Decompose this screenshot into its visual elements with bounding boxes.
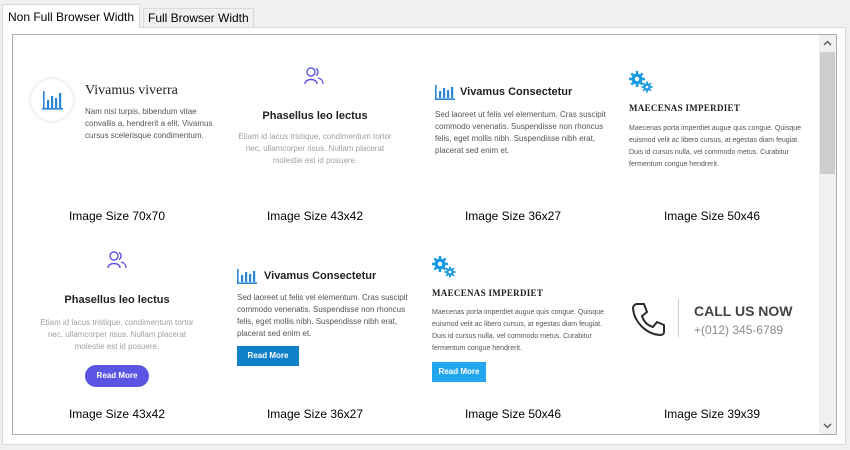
image-size-caption: Image Size 39x39 (663, 407, 761, 421)
read-more-button[interactable]: Read More (432, 362, 486, 382)
image-size-caption: Image Size 50x46 (464, 407, 562, 421)
feature-title: Vivamus viverra (85, 83, 178, 98)
feature-text: Sed laoreet ut felis vel elementum. Cras… (435, 110, 606, 155)
users-icon (304, 67, 324, 85)
bar-chart-icon (435, 85, 455, 100)
feature-text: Maecenas porta imperdiet augue quis cong… (432, 309, 604, 352)
feature-title: Phasellus leo lectus (64, 294, 170, 306)
feature-text: Maecenas porta imperdiet augue quis cong… (629, 125, 801, 168)
feature-text: Nam nisl turpis, bibendum vitae convalli… (85, 107, 213, 140)
vertical-scrollbar[interactable] (819, 35, 836, 434)
phone-number: +(012) 345-6789 (694, 323, 784, 337)
image-size-caption: Image Size 43x42 (266, 209, 364, 223)
image-size-caption: Image Size 36x27 (464, 209, 562, 223)
feature-title: Vivamus Consectetur (460, 86, 573, 98)
users-icon (107, 251, 127, 269)
call-us-title: CALL US NOW (694, 303, 793, 319)
read-more-button[interactable]: Read More (85, 365, 149, 387)
phone-icon (632, 303, 665, 336)
divider (678, 299, 679, 337)
bar-chart-icon (42, 91, 63, 110)
bar-chart-icon (237, 269, 257, 284)
image-size-caption: Image Size 70x70 (68, 209, 166, 223)
icon-circle (31, 79, 73, 121)
chevron-up-icon[interactable] (819, 35, 836, 52)
feature-title: Vivamus Consectetur (264, 270, 377, 282)
feature-title: Phasellus leo lectus (262, 110, 368, 122)
read-more-button[interactable]: Read More (237, 346, 299, 366)
tab-full-browser-width[interactable]: Full Browser Width (143, 8, 254, 27)
preview-viewport: Vivamus viverra Nam nisl turpis, bibendu… (12, 34, 837, 435)
image-size-caption: Image Size 36x27 (266, 407, 364, 421)
feature-title: MAECENAS IMPERDIET (432, 288, 544, 298)
image-size-caption: Image Size 43x42 (68, 407, 166, 421)
tab-non-full-browser-width[interactable]: Non Full Browser Width (2, 4, 141, 28)
image-size-caption: Image Size 50x46 (663, 209, 761, 223)
scrollbar-thumb[interactable] (820, 52, 835, 174)
feature-title: MAECENAS IMPERDIET (629, 103, 741, 113)
feature-text: Sed laoreet ut felis vel elementum. Cras… (237, 293, 408, 338)
chevron-down-icon[interactable] (819, 417, 836, 434)
feature-text: Etiam id lacus tristique, condimentum to… (238, 132, 392, 165)
gears-icon (432, 256, 456, 278)
gears-icon (629, 71, 653, 93)
feature-text: Etiam id lacus tristique, condimentum to… (40, 318, 194, 351)
